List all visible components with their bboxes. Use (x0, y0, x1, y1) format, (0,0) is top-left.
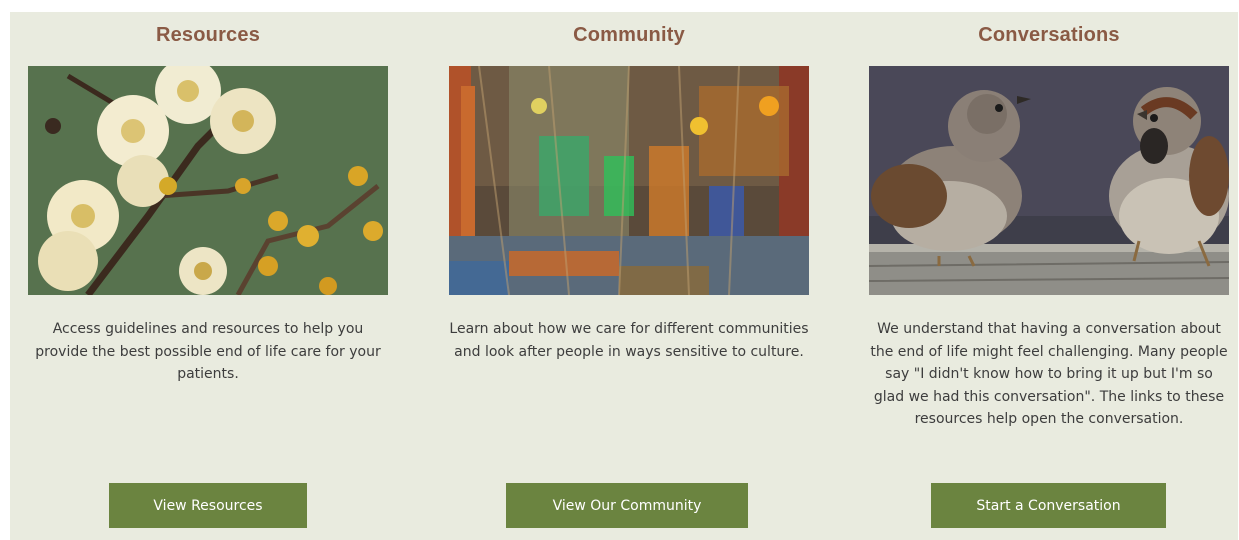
card-resources: Resources Access guidelines and resource… (28, 12, 388, 540)
card-community: Community Learn about how we care for di… (449, 12, 809, 540)
card-title: Resources (155, 24, 261, 46)
resources-photo (28, 66, 388, 295)
view-our-community-button[interactable]: View Our Community (506, 483, 748, 528)
card-conversations: Conversations We understand that having … (869, 12, 1229, 540)
card-description: We understand that having a conversation… (870, 321, 1228, 427)
start-a-conversation-button[interactable]: Start a Conversation (931, 483, 1166, 528)
card-description: Learn about how we care for different co… (449, 321, 809, 360)
feature-panel: Resources Access guidelines and resource… (10, 12, 1238, 540)
view-resources-button[interactable]: View Resources (109, 483, 307, 528)
conversations-photo (869, 66, 1229, 295)
card-title: Conversations (978, 24, 1120, 46)
community-photo (449, 66, 809, 295)
card-title: Community (573, 24, 685, 46)
card-description: Access guidelines and resources to help … (35, 321, 381, 382)
